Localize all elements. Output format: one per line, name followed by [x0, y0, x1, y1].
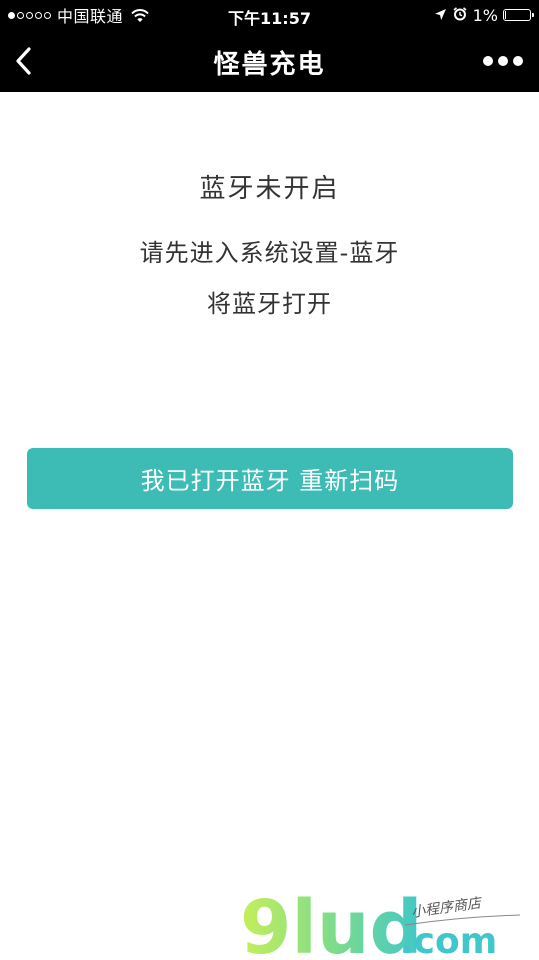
page-title: 怪兽充电: [213, 50, 326, 80]
status-right: 1%: [434, 5, 534, 25]
battery-percentage: 1%: [472, 5, 498, 25]
bluetooth-off-title: 蓝牙未开启: [199, 174, 340, 204]
instruction-line-2: 将蓝牙打开: [207, 290, 332, 318]
screen: 中国联通 下午11:57 1% 怪兽充电 蓝牙未开启 请先进入系统设置-蓝牙 将…: [0, 0, 539, 960]
rescan-button[interactable]: 我已打开蓝牙 重新扫码: [27, 448, 513, 509]
svg-text:.com: .com: [400, 921, 497, 960]
battery-level: [505, 11, 506, 19]
more-dots-icon: [483, 56, 493, 66]
nav-bar: 怪兽充电: [0, 30, 539, 92]
location-arrow-icon: [434, 6, 447, 25]
battery-icon: [503, 9, 534, 21]
watermark-logo: 9lud .com 小程序商店: [240, 885, 539, 960]
alarm-clock-icon: [453, 6, 467, 25]
status-bar: 中国联通 下午11:57 1%: [0, 0, 539, 30]
svg-text:9lud: 9lud: [240, 885, 423, 960]
more-button[interactable]: [483, 50, 523, 72]
instruction-line-1: 请先进入系统设置-蓝牙: [139, 239, 400, 267]
